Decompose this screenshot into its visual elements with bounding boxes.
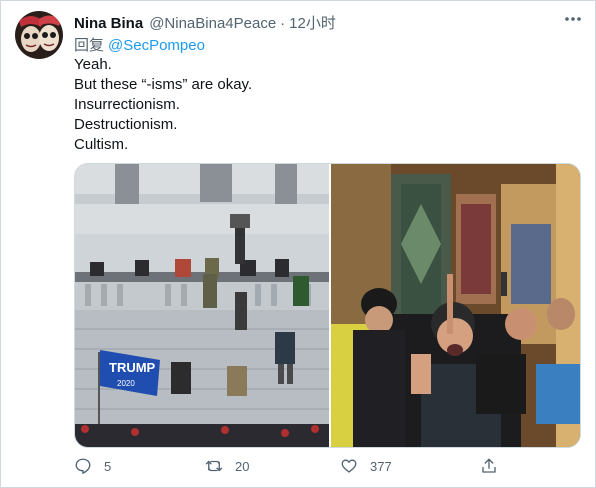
timestamp[interactable]: 12小时 (289, 12, 336, 33)
reply-prefix: 回复 (74, 37, 105, 54)
photo-crowd-interior[interactable] (331, 164, 580, 447)
avatar[interactable] (15, 11, 63, 59)
flag-text: TRUMP (109, 360, 156, 375)
like-count: 377 (370, 458, 392, 474)
tweet-header: Nina Bina @NinaBina4Peace · 12小时 (74, 12, 336, 32)
tweet-line: Yeah. (74, 56, 112, 73)
avatar-image (15, 11, 63, 59)
like-button[interactable]: 377 (340, 457, 392, 475)
reply-button[interactable]: 5 (74, 457, 111, 475)
reply-mention-link[interactable]: @SecPompeo (108, 37, 205, 54)
tweet-line: Cultism. (74, 136, 129, 153)
display-name[interactable]: Nina Bina (74, 15, 143, 32)
share-icon (482, 458, 496, 473)
tweet-text: Yeah. But these “-isms” are okay. Insurr… (74, 55, 252, 155)
retweet-icon (205, 460, 223, 472)
heart-icon (341, 459, 357, 473)
retweet-button[interactable]: 20 (205, 457, 249, 475)
photo-capitol-wall[interactable]: TRUMP 2020 (75, 164, 329, 447)
media-grid: TRUMP 2020 (74, 163, 581, 448)
tweet-actions: 5 20 377 (74, 457, 504, 479)
tweet-line: Destructionism. (74, 116, 178, 133)
tweet-line: But these “-isms” are okay. (74, 76, 253, 93)
replying-to: 回复 @SecPompeo (74, 34, 205, 55)
retweet-count: 20 (235, 458, 250, 474)
tweet-line: Insurrectionism. (74, 96, 180, 113)
separator: · (280, 15, 286, 32)
reply-count: 5 (104, 458, 112, 474)
user-handle[interactable]: @NinaBina4Peace (149, 15, 276, 32)
reply-icon (75, 458, 91, 475)
more-horizontal-icon[interactable] (563, 11, 583, 27)
flag-year: 2020 (117, 379, 135, 388)
tweet-card[interactable]: Nina Bina @NinaBina4Peace · 12小时 回复 @SecP… (0, 0, 596, 488)
share-button[interactable] (480, 457, 498, 475)
